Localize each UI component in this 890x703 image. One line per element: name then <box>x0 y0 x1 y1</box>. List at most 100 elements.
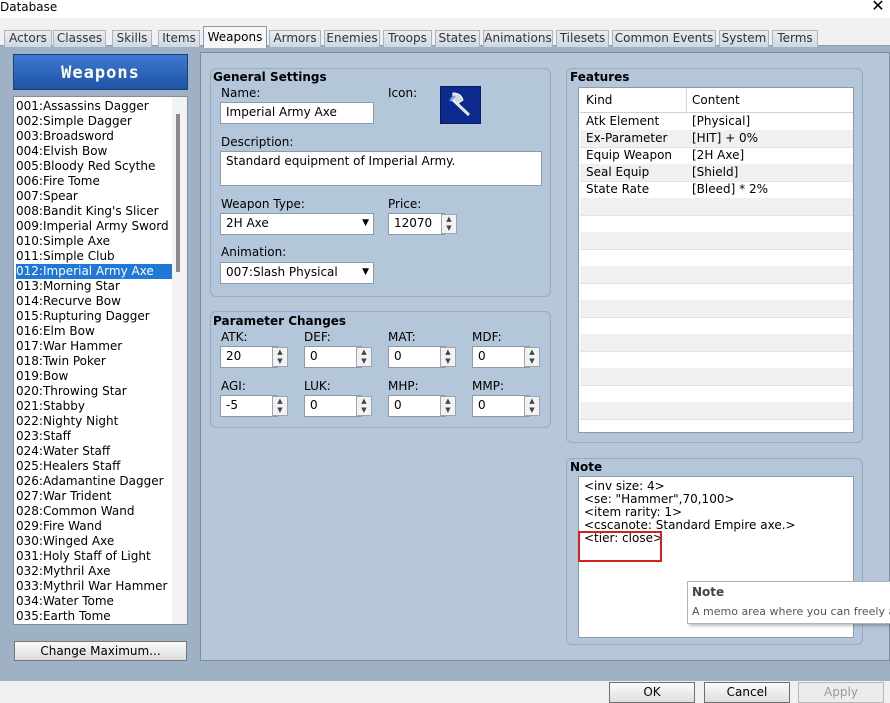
empty-row[interactable] <box>580 385 853 403</box>
list-item[interactable]: 002:Simple Dagger <box>16 114 173 129</box>
tab-states[interactable]: States <box>435 30 480 47</box>
param-mmp-stepper[interactable]: ▲ ▼ <box>524 396 540 416</box>
tab-skills[interactable]: Skills <box>112 30 152 47</box>
empty-row[interactable] <box>580 283 853 301</box>
empty-row[interactable] <box>580 215 853 233</box>
list-item[interactable]: 015:Rupturing Dagger <box>16 309 173 324</box>
ok-button[interactable]: OK <box>609 682 695 703</box>
stepper-down-icon[interactable]: ▼ <box>441 406 455 415</box>
stepper-down-icon[interactable]: ▼ <box>357 406 371 415</box>
list-item[interactable]: 026:Adamantine Dagger <box>16 474 173 489</box>
list-item[interactable]: 014:Recurve Bow <box>16 294 173 309</box>
weapon-icon-button[interactable] <box>440 86 481 124</box>
tab-classes[interactable]: Classes <box>53 30 106 47</box>
name-field[interactable]: Imperial Army Axe <box>220 102 374 124</box>
price-field[interactable]: 12070 <box>388 213 445 235</box>
param-agi-stepper[interactable]: ▲ ▼ <box>272 396 288 416</box>
empty-row[interactable] <box>580 249 853 267</box>
stepper-up-icon[interactable]: ▲ <box>442 215 456 224</box>
list-item[interactable]: 032:Mythril Axe <box>16 564 173 579</box>
tab-tilesets[interactable]: Tilesets <box>556 30 609 47</box>
list-item[interactable]: 021:Stabby <box>16 399 173 414</box>
tab-enemies[interactable]: Enemies <box>324 30 380 47</box>
list-item[interactable]: 020:Throwing Star <box>16 384 173 399</box>
table-row[interactable]: Seal Equip [Shield] <box>580 164 853 182</box>
stepper-down-icon[interactable]: ▼ <box>273 357 287 366</box>
param-mat-stepper[interactable]: ▲ ▼ <box>440 347 456 367</box>
close-icon[interactable]: ✕ <box>868 0 888 16</box>
list-item[interactable]: 030:Winged Axe <box>16 534 173 549</box>
list-item[interactable]: 008:Bandit King's Slicer <box>16 204 173 219</box>
list-item[interactable]: 003:Broadsword <box>16 129 173 144</box>
list-item[interactable]: 025:Healers Staff <box>16 459 173 474</box>
list-item[interactable]: 031:Holy Staff of Light <box>16 549 173 564</box>
list-item[interactable]: 028:Common Wand <box>16 504 173 519</box>
empty-row[interactable] <box>580 198 853 216</box>
stepper-down-icon[interactable]: ▼ <box>273 406 287 415</box>
empty-row[interactable] <box>580 419 853 432</box>
list-item[interactable]: 006:Fire Tome <box>16 174 173 189</box>
stepper-up-icon[interactable]: ▲ <box>441 348 455 357</box>
tab-animations[interactable]: Animations <box>483 30 553 47</box>
param-mdf-stepper[interactable]: ▲ ▼ <box>524 347 540 367</box>
list-item[interactable]: 029:Fire Wand <box>16 519 173 534</box>
tab-weapons[interactable]: Weapons <box>203 26 267 48</box>
param-mhp-field[interactable]: 0 <box>388 395 446 417</box>
tab-terms[interactable]: Terms <box>772 30 818 47</box>
stepper-up-icon[interactable]: ▲ <box>357 348 371 357</box>
tab-armors[interactable]: Armors <box>269 30 321 47</box>
stepper-down-icon[interactable]: ▼ <box>441 357 455 366</box>
empty-row[interactable] <box>580 402 853 420</box>
list-item[interactable]: 027:War Trident <box>16 489 173 504</box>
stepper-up-icon[interactable]: ▲ <box>525 348 539 357</box>
table-row[interactable]: Atk Element [Physical] <box>580 113 853 131</box>
table-row[interactable]: Equip Weapon [2H Axe] <box>580 147 853 165</box>
list-item[interactable]: 005:Bloody Red Scythe <box>16 159 173 174</box>
param-mhp-stepper[interactable]: ▲ ▼ <box>440 396 456 416</box>
table-row[interactable]: Ex-Parameter [HIT] + 0% <box>580 130 853 148</box>
list-item[interactable]: 013:Morning Star <box>16 279 173 294</box>
list-item[interactable]: 016:Elm Bow <box>16 324 173 339</box>
list-item-selected[interactable]: 012:Imperial Army Axe <box>16 264 173 279</box>
weapon-type-select[interactable]: 2H Axe ▼ <box>220 213 374 235</box>
tab-troops[interactable]: Troops <box>383 30 432 47</box>
stepper-up-icon[interactable]: ▲ <box>357 397 371 406</box>
list-item[interactable]: 009:Imperial Army Sword <box>16 219 173 234</box>
empty-row[interactable] <box>580 266 853 284</box>
table-row[interactable]: State Rate [Bleed] * 2% <box>580 181 853 199</box>
empty-row[interactable] <box>580 300 853 318</box>
list-item[interactable]: 011:Simple Club <box>16 249 173 264</box>
stepper-down-icon[interactable]: ▼ <box>442 224 456 233</box>
param-atk-field[interactable]: 20 <box>220 346 278 368</box>
apply-button[interactable]: Apply <box>798 682 884 703</box>
stepper-up-icon[interactable]: ▲ <box>273 348 287 357</box>
empty-row[interactable] <box>580 368 853 386</box>
param-agi-field[interactable]: -5 <box>220 395 278 417</box>
tab-actors[interactable]: Actors <box>4 30 52 47</box>
stepper-up-icon[interactable]: ▲ <box>273 397 287 406</box>
list-item[interactable]: 034:Water Tome <box>16 594 173 609</box>
param-mdf-field[interactable]: 0 <box>472 346 530 368</box>
list-scrollbar-thumb[interactable] <box>176 114 180 272</box>
list-item[interactable]: 024:Water Staff <box>16 444 173 459</box>
stepper-down-icon[interactable]: ▼ <box>525 357 539 366</box>
list-item[interactable]: 018:Twin Poker <box>16 354 173 369</box>
stepper-up-icon[interactable]: ▲ <box>525 397 539 406</box>
list-item[interactable]: 017:War Hammer <box>16 339 173 354</box>
list-item[interactable]: 001:Assassins Dagger <box>16 99 173 114</box>
param-mmp-field[interactable]: 0 <box>472 395 530 417</box>
tab-items[interactable]: Items <box>158 30 200 47</box>
cancel-button[interactable]: Cancel <box>704 682 790 703</box>
empty-row[interactable] <box>580 334 853 352</box>
list-item[interactable]: 004:Elvish Bow <box>16 144 173 159</box>
param-atk-stepper[interactable]: ▲ ▼ <box>272 347 288 367</box>
param-mat-field[interactable]: 0 <box>388 346 446 368</box>
list-item[interactable]: 023:Staff <box>16 429 173 444</box>
list-item[interactable]: 019:Bow <box>16 369 173 384</box>
stepper-down-icon[interactable]: ▼ <box>525 406 539 415</box>
tab-common-events[interactable]: Common Events <box>612 30 716 47</box>
list-item[interactable]: 035:Earth Tome <box>16 609 173 624</box>
param-luk-field[interactable]: 0 <box>304 395 362 417</box>
tab-system[interactable]: System <box>719 30 769 47</box>
empty-row[interactable] <box>580 232 853 250</box>
